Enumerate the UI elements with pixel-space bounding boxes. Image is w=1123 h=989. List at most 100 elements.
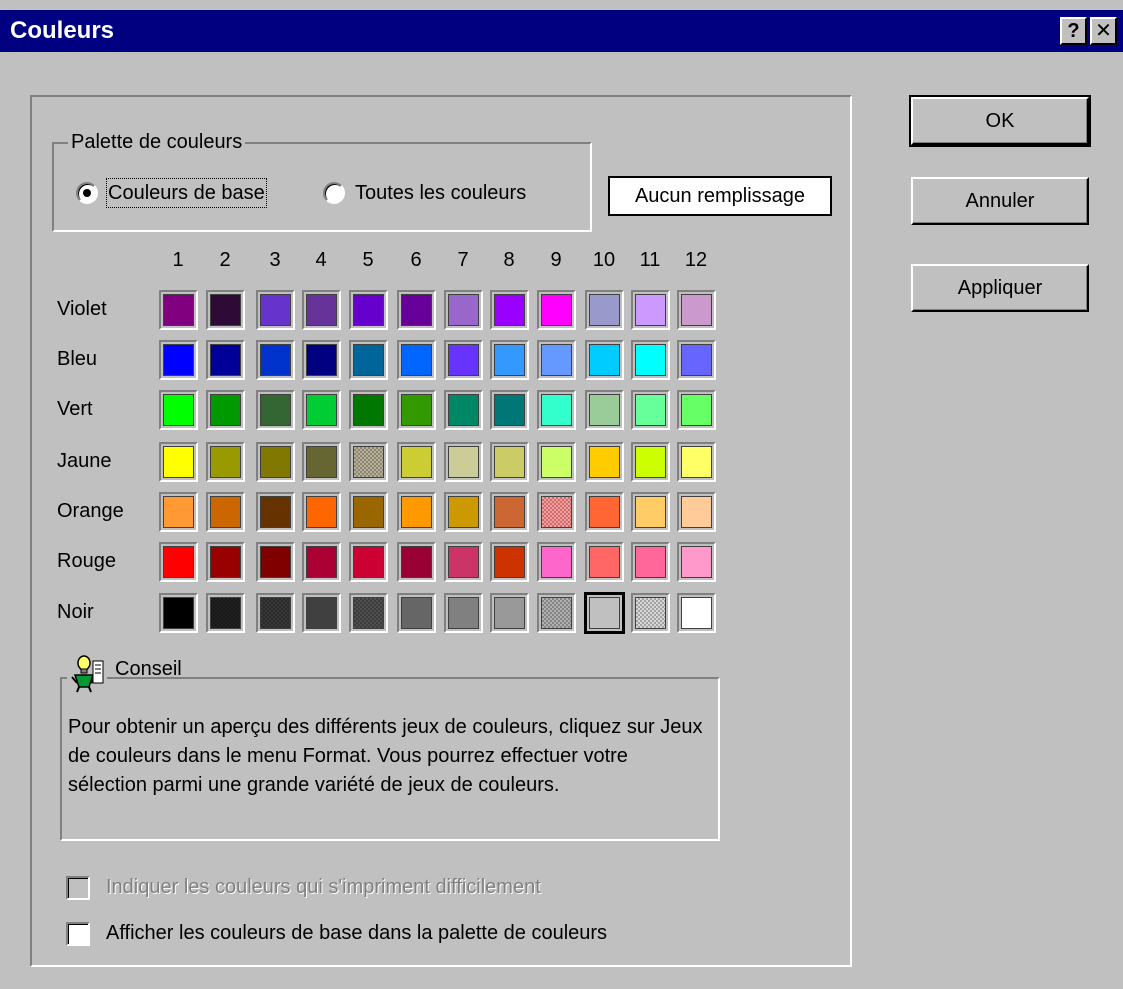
color-swatch[interactable] (585, 390, 624, 430)
color-swatch[interactable] (256, 492, 295, 532)
color-swatch[interactable] (256, 442, 295, 482)
apply-button[interactable]: Appliquer (911, 264, 1089, 312)
color-swatch[interactable] (490, 340, 529, 380)
color-swatch[interactable] (397, 442, 436, 482)
color-swatch[interactable] (490, 442, 529, 482)
radio-circle[interactable] (76, 182, 98, 204)
color-swatch[interactable] (631, 492, 670, 532)
no-fill-button[interactable]: Aucun remplissage (608, 176, 832, 216)
color-swatch[interactable] (206, 390, 245, 430)
color-swatch[interactable] (444, 442, 483, 482)
color-swatch[interactable] (159, 442, 198, 482)
color-swatch[interactable] (349, 340, 388, 380)
title-bar: Couleurs ? ✕ (0, 10, 1123, 52)
cancel-button[interactable]: Annuler (911, 177, 1089, 225)
color-swatch[interactable] (397, 340, 436, 380)
color-swatch[interactable] (159, 542, 198, 582)
color-swatch[interactable] (677, 340, 716, 380)
color-swatch[interactable] (256, 340, 295, 380)
color-swatch[interactable] (159, 492, 198, 532)
color-swatch[interactable] (256, 290, 295, 330)
color-swatch[interactable] (349, 492, 388, 532)
color-swatch[interactable] (444, 290, 483, 330)
color-swatch[interactable] (537, 593, 576, 633)
color-swatch[interactable] (584, 592, 625, 634)
color-swatch[interactable] (349, 442, 388, 482)
color-swatch[interactable] (302, 340, 341, 380)
color-swatch[interactable] (444, 542, 483, 582)
color-swatch[interactable] (302, 593, 341, 633)
color-swatch[interactable] (349, 593, 388, 633)
color-swatch[interactable] (537, 492, 576, 532)
color-swatch[interactable] (206, 290, 245, 330)
help-button[interactable]: ? (1060, 17, 1087, 45)
color-swatch[interactable] (537, 390, 576, 430)
color-swatch[interactable] (585, 492, 624, 532)
color-swatch[interactable] (490, 542, 529, 582)
checkbox-box[interactable] (66, 922, 90, 946)
color-swatch[interactable] (256, 542, 295, 582)
color-swatch[interactable] (397, 492, 436, 532)
color-swatch[interactable] (677, 290, 716, 330)
color-swatch[interactable] (677, 593, 716, 633)
color-swatch[interactable] (206, 492, 245, 532)
color-swatch[interactable] (206, 593, 245, 633)
swatch-fill (353, 344, 384, 376)
color-swatch[interactable] (159, 593, 198, 633)
color-swatch[interactable] (537, 442, 576, 482)
color-swatch[interactable] (585, 442, 624, 482)
color-swatch[interactable] (302, 290, 341, 330)
color-swatch[interactable] (631, 593, 670, 633)
color-swatch[interactable] (397, 390, 436, 430)
color-swatch[interactable] (631, 340, 670, 380)
color-swatch[interactable] (537, 542, 576, 582)
color-swatch[interactable] (256, 390, 295, 430)
close-button[interactable]: ✕ (1090, 17, 1117, 45)
color-swatch[interactable] (490, 290, 529, 330)
ok-button[interactable]: OK (909, 95, 1091, 147)
color-swatch[interactable] (490, 593, 529, 633)
color-swatch[interactable] (585, 290, 624, 330)
color-swatch[interactable] (631, 442, 670, 482)
color-swatch[interactable] (159, 340, 198, 380)
color-swatch[interactable] (537, 340, 576, 380)
color-swatch[interactable] (490, 492, 529, 532)
color-swatch[interactable] (159, 290, 198, 330)
color-swatch[interactable] (677, 390, 716, 430)
color-swatch[interactable] (585, 542, 624, 582)
color-swatch[interactable] (206, 442, 245, 482)
color-swatch[interactable] (444, 593, 483, 633)
color-swatch[interactable] (349, 290, 388, 330)
color-swatch[interactable] (397, 593, 436, 633)
lightbulb-assistant-icon (67, 653, 107, 693)
color-swatch[interactable] (631, 290, 670, 330)
color-swatch[interactable] (677, 542, 716, 582)
color-swatch[interactable] (206, 340, 245, 380)
color-swatch[interactable] (302, 492, 341, 532)
color-swatch[interactable] (397, 290, 436, 330)
color-swatch[interactable] (631, 542, 670, 582)
color-swatch[interactable] (302, 542, 341, 582)
color-swatch[interactable] (537, 290, 576, 330)
color-swatch[interactable] (206, 542, 245, 582)
color-swatch[interactable] (490, 390, 529, 430)
color-swatch[interactable] (631, 390, 670, 430)
color-swatch[interactable] (397, 542, 436, 582)
color-swatch[interactable] (349, 542, 388, 582)
column-number: 1 (172, 249, 184, 271)
color-swatch[interactable] (585, 340, 624, 380)
color-swatch[interactable] (302, 390, 341, 430)
swatch-fill (210, 394, 241, 426)
color-swatch[interactable] (256, 593, 295, 633)
color-swatch[interactable] (677, 492, 716, 532)
radio-circle[interactable] (323, 182, 345, 204)
color-swatch[interactable] (444, 492, 483, 532)
color-swatch[interactable] (349, 390, 388, 430)
row-label: Orange (57, 500, 124, 522)
color-swatch[interactable] (444, 390, 483, 430)
swatch-fill (541, 294, 572, 326)
color-swatch[interactable] (159, 390, 198, 430)
color-swatch[interactable] (677, 442, 716, 482)
color-swatch[interactable] (444, 340, 483, 380)
color-swatch[interactable] (302, 442, 341, 482)
